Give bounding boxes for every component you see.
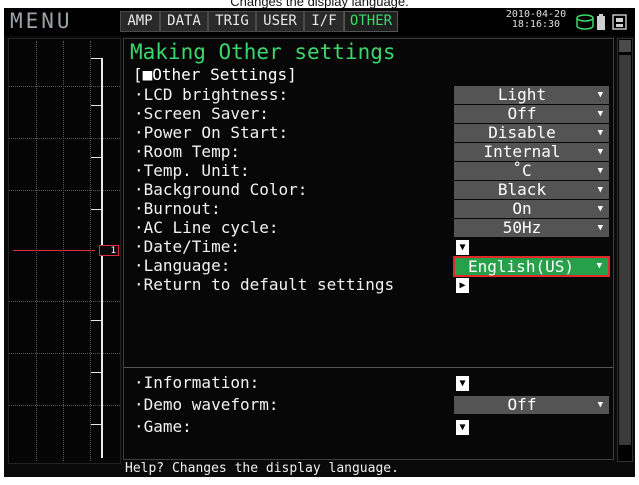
tab-amp[interactable]: AMP <box>120 11 160 32</box>
dropdown-arrow-icon: ▼ <box>597 185 603 195</box>
grid-line <box>9 190 120 191</box>
memory-card-icon <box>612 14 627 30</box>
dropdown-arrow-icon: ▼ <box>597 90 603 100</box>
demo-waveform-value: Off <box>507 395 537 414</box>
tab-other[interactable]: OTHER <box>344 11 398 32</box>
expand-down-icon: ▼ <box>459 422 466 433</box>
room-temp-select[interactable]: Internal ▼ <box>454 143 609 161</box>
game-label: ·Game: <box>134 417 192 436</box>
grid-line <box>63 41 64 461</box>
date-time-expand-button[interactable]: ▼ <box>456 240 469 255</box>
amplitude-scale <box>101 58 103 458</box>
information-label: ·Information: <box>134 373 260 392</box>
dropdown-arrow-icon: ▼ <box>597 223 603 233</box>
temp-unit-value: ˚C <box>512 161 532 180</box>
background-color-select[interactable]: Black ▼ <box>454 181 609 199</box>
channel-trace <box>13 250 95 251</box>
return-default-execute-button[interactable]: ▶ <box>456 278 469 293</box>
grid-line <box>90 41 91 461</box>
scroll-up-button[interactable] <box>619 40 631 52</box>
dropdown-arrow-icon: ▼ <box>597 128 603 138</box>
background-color-label: ·Background Color: <box>134 180 308 199</box>
section-heading: [■Other Settings] <box>133 65 297 84</box>
power-on-start-value: Disable <box>488 123 556 142</box>
scale-tick <box>91 105 101 106</box>
scroll-thumb[interactable] <box>619 55 631 445</box>
scale-tick <box>91 372 101 373</box>
tab-trig[interactable]: TRIG <box>208 11 256 32</box>
scale-tick <box>91 424 101 425</box>
lcd-brightness-label: ·LCD brightness: <box>134 85 289 104</box>
storage-icon <box>576 14 594 30</box>
ac-line-cycle-value: 50Hz <box>502 218 542 237</box>
burnout-select[interactable]: On ▼ <box>454 200 609 218</box>
expand-down-icon: ▼ <box>459 378 466 389</box>
channel-marker[interactable]: 1 <box>99 245 119 256</box>
ac-line-cycle-select[interactable]: 50Hz ▼ <box>454 219 609 237</box>
help-text: Help? Changes the display language. <box>125 461 399 476</box>
demo-waveform-label: ·Demo waveform: <box>134 395 279 414</box>
device-screen: MENU AMP DATA TRIG USER I/F OTHER 2010-0… <box>4 8 635 477</box>
dropdown-arrow-icon: ▼ <box>597 109 603 119</box>
grid-line <box>9 138 120 139</box>
power-on-start-label: ·Power On Start: <box>134 123 289 142</box>
tab-data[interactable]: DATA <box>160 11 208 32</box>
power-on-start-select[interactable]: Disable ▼ <box>454 124 609 142</box>
game-expand-button[interactable]: ▼ <box>456 420 469 435</box>
dropdown-arrow-icon: ▼ <box>597 204 603 214</box>
screen-saver-select[interactable]: Off ▼ <box>454 105 609 123</box>
room-temp-label: ·Room Temp: <box>134 142 240 161</box>
dropdown-arrow-icon: ▼ <box>597 400 603 410</box>
settings-panel: Making Other settings [■Other Settings] … <box>123 38 614 460</box>
ac-line-cycle-label: ·AC Line cycle: <box>134 218 279 237</box>
burnout-value: On <box>512 199 532 218</box>
grid-line <box>9 86 120 87</box>
tab-if[interactable]: I/F <box>304 11 344 32</box>
date-time-label: ·Date/Time: <box>134 237 240 256</box>
return-default-label: ·Return to default settings <box>134 275 395 294</box>
demo-waveform-select[interactable]: Off ▼ <box>454 396 609 414</box>
tab-user[interactable]: USER <box>256 11 304 32</box>
lcd-brightness-value: Light <box>497 85 547 104</box>
scale-tick <box>91 157 101 158</box>
grid-line <box>36 41 37 461</box>
scrollbar[interactable] <box>617 38 633 462</box>
lcd-brightness-select[interactable]: Light ▼ <box>454 86 609 104</box>
caption-text: Changes the display language. <box>0 0 639 8</box>
time-text: 18:16:30 <box>511 19 561 30</box>
dropdown-arrow-icon: ▼ <box>596 261 602 271</box>
temp-unit-select[interactable]: ˚C ▼ <box>454 162 609 180</box>
menu-label: MENU <box>10 9 73 33</box>
scale-tick <box>91 209 101 210</box>
background-color-value: Black <box>497 180 547 199</box>
scale-tick <box>91 320 101 321</box>
play-right-icon: ▶ <box>459 280 466 291</box>
screen-saver-value: Off <box>507 104 537 123</box>
grid-line <box>9 405 120 406</box>
grid-line <box>9 301 120 302</box>
room-temp-value: Internal <box>483 142 561 161</box>
waveform-preview: 1 <box>8 38 121 464</box>
language-label: ·Language: <box>134 256 231 275</box>
section-divider <box>124 367 613 368</box>
battery-icon <box>597 14 605 30</box>
temp-unit-label: ·Temp. Unit: <box>134 161 250 180</box>
datetime-display: 2010-04-20 18:16:30 <box>501 10 571 30</box>
top-bar: MENU AMP DATA TRIG USER I/F OTHER 2010-0… <box>4 8 635 36</box>
page-title: Making Other settings <box>130 40 396 64</box>
burnout-label: ·Burnout: <box>134 199 221 218</box>
dropdown-arrow-icon: ▼ <box>597 166 603 176</box>
expand-down-icon: ▼ <box>459 242 466 253</box>
dropdown-arrow-icon: ▼ <box>597 147 603 157</box>
grid-line <box>9 353 120 354</box>
screen-saver-label: ·Screen Saver: <box>134 104 269 123</box>
language-select[interactable]: English(US) ▼ <box>453 256 610 277</box>
information-expand-button[interactable]: ▼ <box>456 376 469 391</box>
language-value: English(US) <box>468 257 574 276</box>
